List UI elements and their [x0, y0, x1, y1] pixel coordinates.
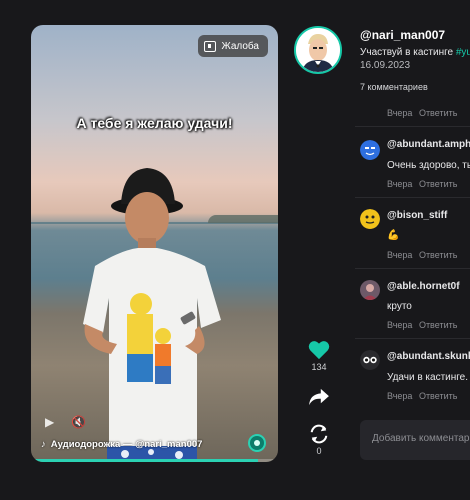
comment-text: Удачи в кастинге.	[387, 372, 469, 383]
author-avatar-image	[296, 28, 340, 72]
video-progress-fill	[31, 459, 259, 462]
comment-text: Очень здорово, ты	[387, 160, 470, 171]
commenter-avatar[interactable]	[360, 350, 380, 370]
comment-meta: Вчера Ответить	[387, 250, 461, 260]
comment-time: Вчера	[387, 108, 413, 118]
comment-reply-link[interactable]: Ответить	[419, 179, 457, 189]
comment-reply-link[interactable]: Ответить	[419, 108, 457, 118]
comment-time: Вчера	[387, 179, 413, 189]
comment-divider	[355, 197, 470, 198]
repost-count: 0	[316, 446, 322, 456]
author-username[interactable]: @nari_man007	[360, 28, 445, 42]
share-arrow-icon[interactable]	[308, 388, 330, 406]
comment-time: Вчера	[387, 320, 413, 330]
comment-meta: Вчера Ответить	[387, 108, 461, 118]
comments-count: 7 комментариев	[360, 82, 428, 92]
comment-text: 💪	[387, 230, 400, 241]
comment-reply-link[interactable]: Ответить	[419, 320, 457, 330]
report-label: Жалоба	[221, 40, 259, 52]
report-button[interactable]: Жалоба	[197, 35, 268, 57]
video-caption: А тебе я желаю удачи!	[76, 115, 233, 131]
audio-track[interactable]: ♪ Аудиодорожка — @nari_man007	[41, 439, 202, 450]
post-date: 16.09.2023	[360, 60, 411, 71]
avatar-yellow-face-icon	[360, 209, 380, 229]
comment-time: Вчера	[387, 391, 413, 401]
comment-divider	[355, 126, 470, 127]
comment-meta: Вчера Ответить	[387, 391, 461, 401]
commenter-avatar[interactable]	[360, 280, 380, 300]
add-comment-input[interactable]: Добавить комментари	[360, 420, 470, 460]
post-hashtag[interactable]: #yu	[456, 47, 470, 58]
commenter-avatar[interactable]	[360, 209, 380, 229]
comment-time: Вчера	[387, 250, 413, 260]
avatar-blue-face-icon	[360, 140, 380, 160]
like-count: 134	[311, 362, 327, 372]
music-note-icon: ♪	[41, 439, 46, 450]
like-heart-icon[interactable]	[308, 340, 330, 360]
action-column: 134 0	[300, 340, 338, 456]
avatar-photo-icon	[360, 280, 380, 300]
author-avatar[interactable]	[294, 26, 342, 74]
comment-author[interactable]: @able.hornet0f	[387, 281, 460, 292]
comment-reply-link[interactable]: Ответить	[419, 250, 457, 260]
audio-track-label: Аудиодорожка — @nari_man007	[50, 439, 203, 450]
video-person	[83, 168, 221, 462]
comment-divider	[355, 338, 470, 339]
play-icon[interactable]: ▶	[45, 415, 59, 429]
mute-icon[interactable]: 🔇	[71, 415, 86, 429]
comment-text: круто	[387, 301, 412, 312]
post-description-text: Участвуй в кастинге	[360, 47, 456, 58]
comment-meta: Вчера Ответить	[387, 179, 461, 189]
repost-icon[interactable]	[308, 424, 330, 444]
post-description: Участвуй в кастинге #yu	[360, 47, 470, 58]
video-progress-bar[interactable]	[31, 459, 278, 462]
comment-meta: Вчера Ответить	[387, 320, 461, 330]
report-icon	[203, 40, 216, 52]
avatar-eyes-icon	[360, 350, 380, 370]
video-player[interactable]: Жалоба А тебе я желаю удачи! ▶ 🔇 ♪ Аудио…	[31, 25, 278, 462]
comment-author[interactable]: @abundant.amphib	[387, 139, 470, 150]
commenter-avatar[interactable]	[360, 140, 380, 160]
comment-author[interactable]: @bison_stiff	[387, 210, 447, 221]
comment-divider	[355, 268, 470, 269]
comment-author[interactable]: @abundant.skunkr	[387, 351, 470, 362]
sound-disc-icon[interactable]	[248, 434, 266, 452]
comment-reply-link[interactable]: Ответить	[419, 391, 457, 401]
